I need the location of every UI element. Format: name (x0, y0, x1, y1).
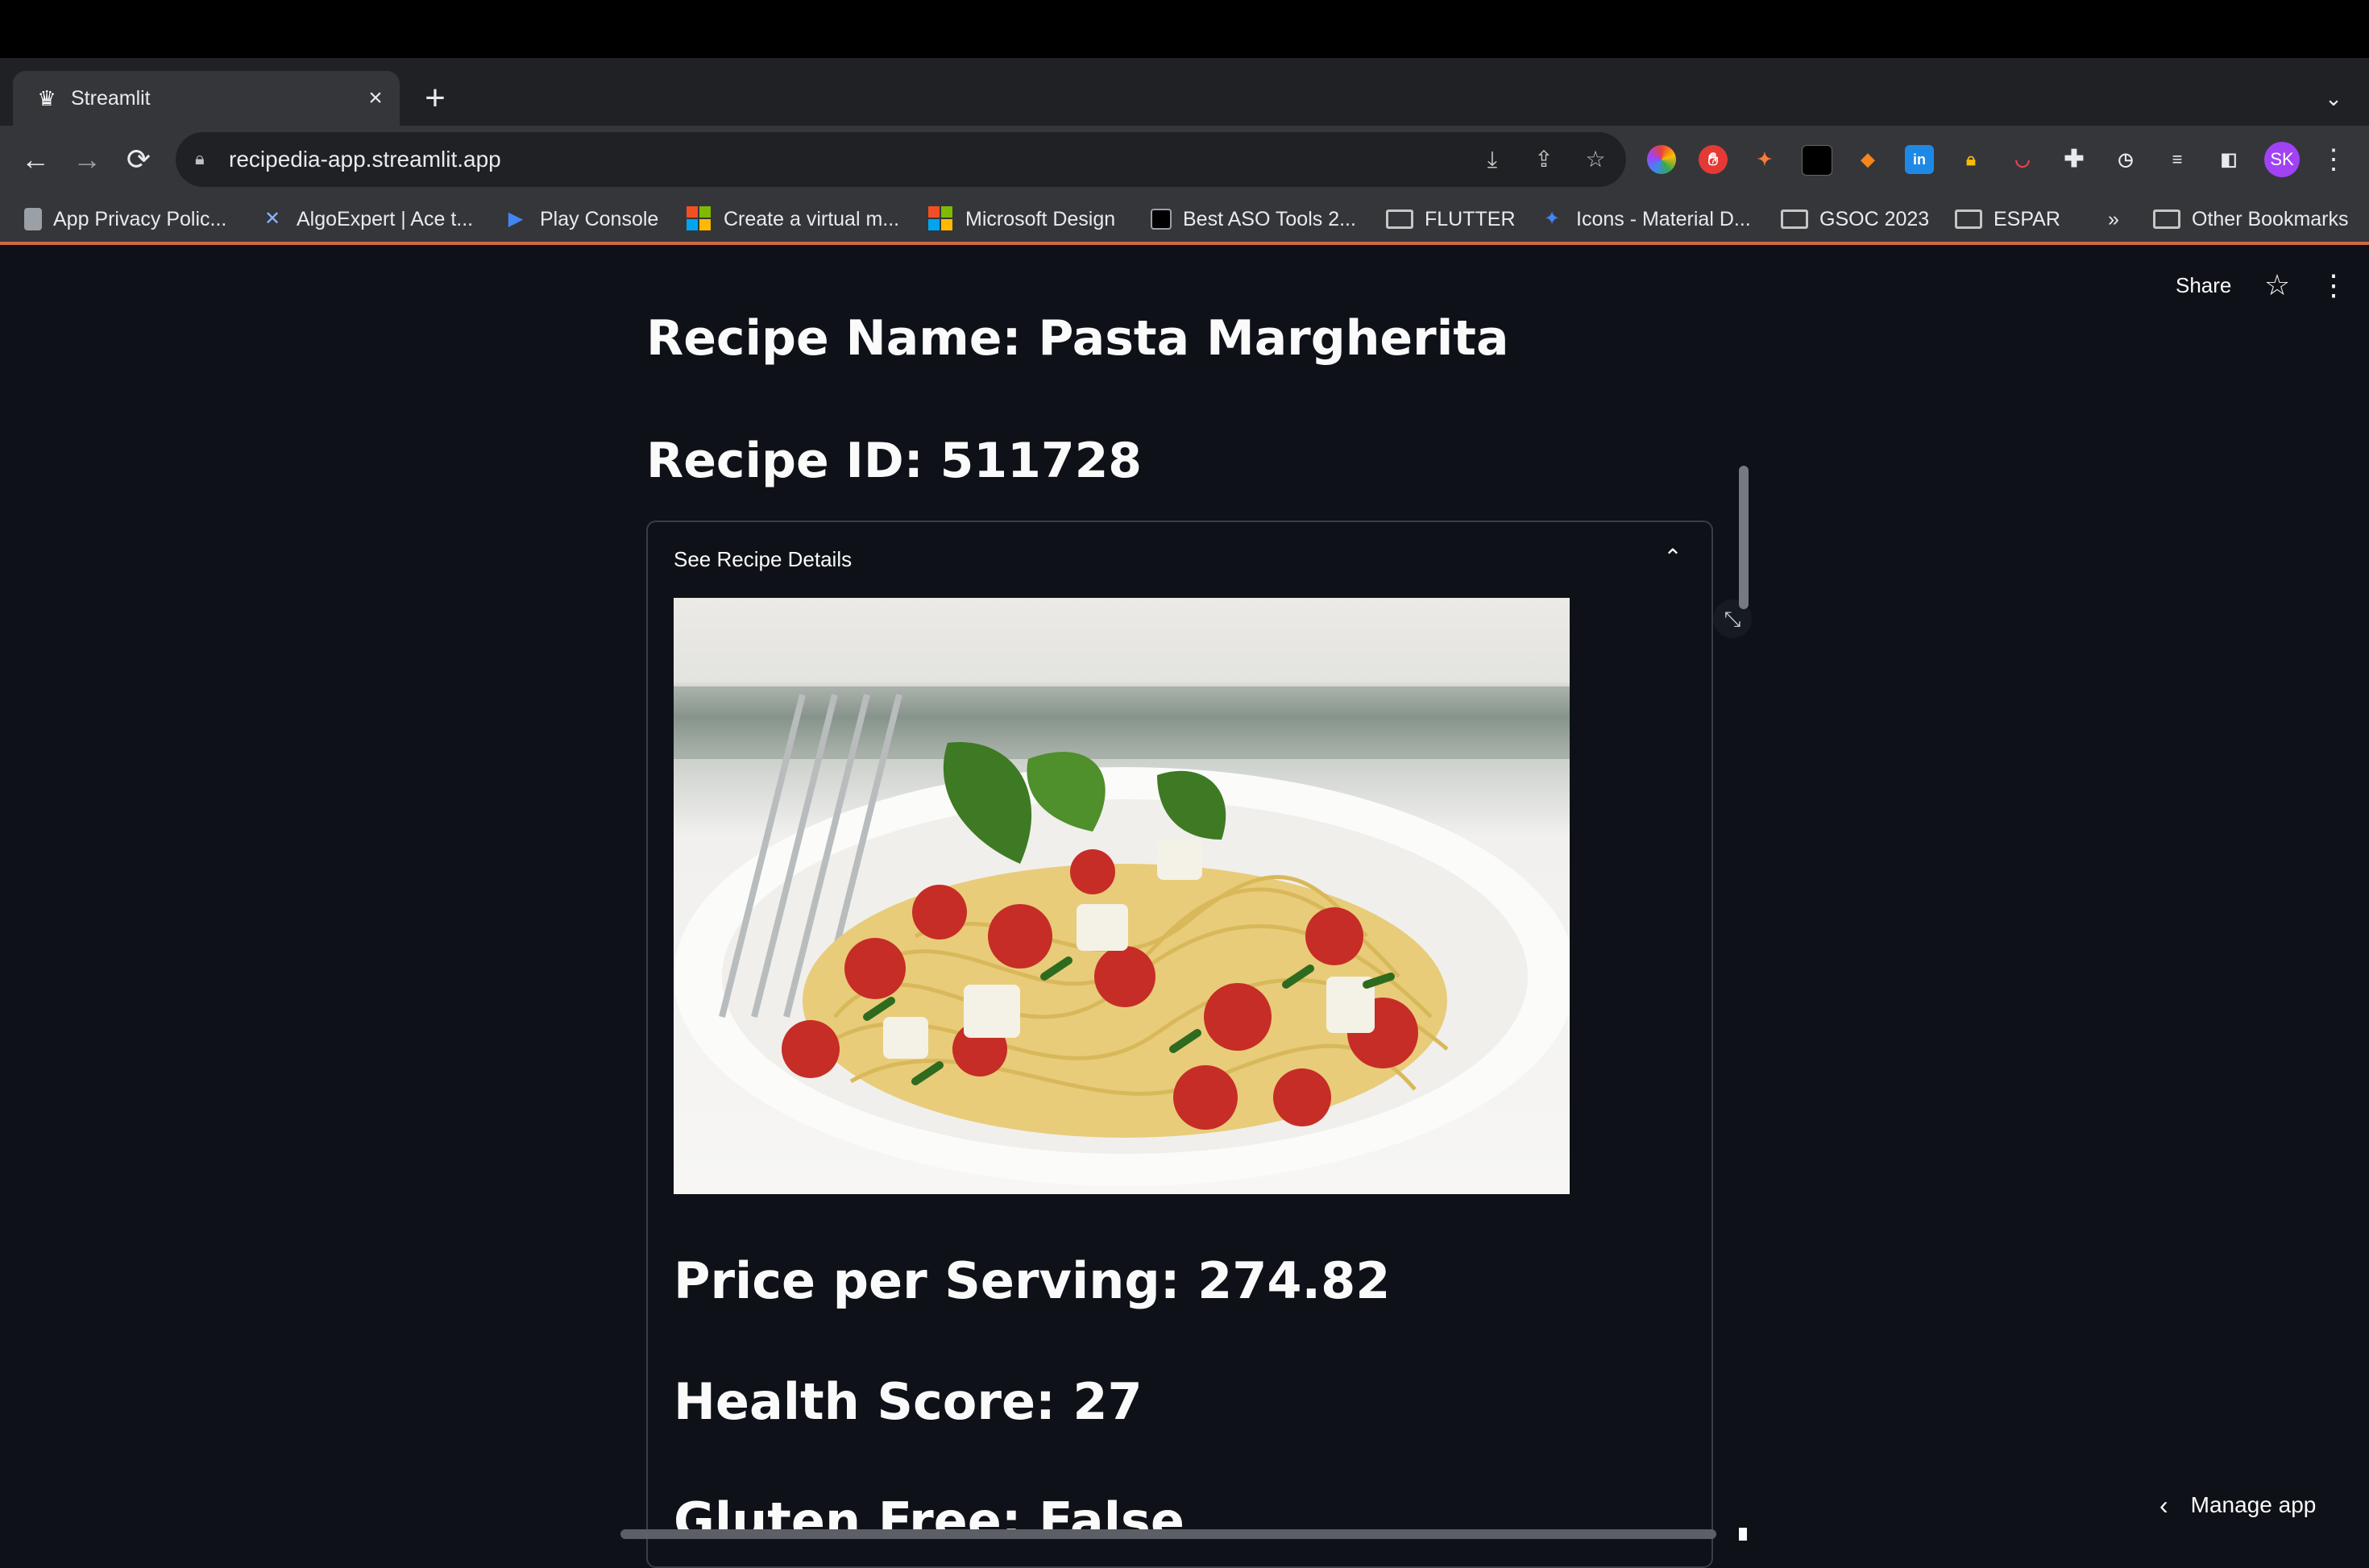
performance-icon[interactable]: ◷ (2111, 145, 2140, 174)
recipe-name-heading: Recipe Name: Pasta Margherita (646, 310, 1509, 367)
chevron-down-icon[interactable]: ⌄ (2317, 81, 2350, 116)
bookmark-microsoft-design[interactable]: Microsoft Design (928, 205, 1115, 234)
screen-top-bar (0, 0, 2369, 58)
bookmark-other[interactable]: Other Bookmarks (2153, 205, 2349, 234)
forward-button[interactable]: → (69, 142, 105, 177)
pointer-extension-icon[interactable]: ✦ (1750, 145, 1779, 174)
pocket-icon[interactable]: ◡ (2008, 145, 2037, 174)
bookmark-label: App Privacy Polic... (53, 207, 227, 230)
bookmark-star-icon[interactable]: ☆ (1579, 143, 1612, 176)
install-icon[interactable]: ⤓ (1476, 143, 1508, 176)
play-console-icon: ▶ (508, 208, 524, 230)
folder-icon (1386, 209, 1413, 229)
folder-icon (1955, 209, 1982, 229)
recipe-image (674, 598, 1570, 1194)
side-panel-icon[interactable]: ◧ (2214, 145, 2243, 174)
bookmark-gsoc[interactable]: GSOC 2023 (1781, 205, 1929, 234)
folder-icon (1781, 209, 1808, 229)
media-controls-icon[interactable]: ≡ (2163, 145, 2192, 174)
chevron-left-icon: ‹ (2159, 1491, 2168, 1520)
url-text: recipedia-app.streamlit.app (229, 147, 501, 172)
bookmark-label: Other Bookmarks (2192, 207, 2349, 230)
bookmark-label: Microsoft Design (965, 207, 1116, 230)
share-button[interactable]: Share (2176, 271, 2231, 300)
vertical-scrollbar[interactable] (1739, 466, 1749, 609)
horizontal-scrollbar[interactable] (620, 1529, 1716, 1539)
bookmark-label: AlgoExpert | Ace t... (297, 207, 474, 230)
tab-title: Streamlit (71, 87, 151, 110)
bookmark-create-virtual[interactable]: Create a virtual m... (687, 205, 899, 234)
bookmark-espar[interactable]: ESPAR (1955, 205, 2060, 234)
bookmark-best-aso[interactable]: Best ASO Tools 2... (1151, 205, 1356, 234)
new-tab-button[interactable]: + (417, 81, 453, 116)
bookmark-play-console[interactable]: ▶ Play Console (503, 205, 659, 234)
gluten-free-heading: Gluten Free: False (674, 1491, 1184, 1550)
bookmark-label: GSOC 2023 (1819, 207, 1930, 230)
algoexpert-icon: ✕ (263, 208, 281, 230)
microsoft-icon (928, 206, 954, 232)
close-icon[interactable]: × (361, 84, 390, 113)
bookmark-label: Best ASO Tools 2... (1183, 207, 1356, 230)
puzzle-icon[interactable]: ✚ (2060, 145, 2089, 174)
profile-avatar[interactable]: SK (2264, 142, 2300, 177)
document-icon (24, 208, 42, 230)
recipe-id-heading: Recipe ID: 511728 (646, 433, 1143, 489)
health-score-heading: Health Score: 27 (674, 1372, 1143, 1431)
terminal-extension-icon[interactable] (1802, 145, 1832, 176)
bookmark-label: Icons - Material D... (1576, 207, 1751, 230)
reload-button[interactable]: ⟳ (121, 142, 156, 177)
metamask-icon[interactable]: ◆ (1853, 145, 1882, 174)
bookmark-algoexpert[interactable]: ✕ AlgoExpert | Ace t... (259, 205, 473, 234)
hand-extension-icon[interactable]: ✋︎ (1699, 145, 1728, 174)
bookmark-app-privacy[interactable]: App Privacy Polic... (24, 205, 226, 234)
manage-app-button[interactable]: ‹ Manage app (2159, 1491, 2316, 1520)
price-heading: Price per Serving: 274.82 (674, 1251, 1391, 1310)
crown-icon: ♛ (37, 86, 56, 110)
linkedin-extension-icon[interactable]: in (1905, 145, 1934, 174)
bookmark-label: » (2108, 207, 2119, 230)
lock-icon: 🔒︎ (195, 148, 205, 168)
share-page-icon[interactable]: ⇪ (1528, 143, 1560, 176)
bookmarks-overflow[interactable]: » (2108, 205, 2119, 234)
microsoft-icon (687, 206, 712, 232)
color-extension-icon[interactable] (1647, 145, 1676, 174)
folder-icon (2153, 209, 2180, 229)
chevron-up-icon[interactable]: ⌃ (1655, 540, 1691, 575)
expander-header[interactable]: See Recipe Details (674, 545, 852, 574)
bookmark-label: Play Console (540, 207, 659, 230)
bookmark-icons-material[interactable]: ✦ Icons - Material D... (1539, 205, 1751, 234)
app-menu-icon[interactable]: ⋮ (2319, 268, 2348, 303)
browser-menu-icon[interactable]: ⋮ (2317, 142, 2350, 177)
tab-streamlit[interactable]: ♛ Streamlit × (13, 71, 400, 126)
bookmark-label: Create a virtual m... (724, 207, 900, 230)
address-bar[interactable]: 🔒︎ recipedia-app.streamlit.app ⤓ ⇪ ☆ (176, 132, 1626, 187)
star-icon[interactable]: ☆ (2259, 268, 2295, 303)
manage-app-label: Manage app (2190, 1492, 2317, 1517)
bookmark-flutter[interactable]: FLUTTER (1386, 205, 1516, 234)
scroll-marker (1739, 1528, 1747, 1541)
bookmark-label: ESPAR (1994, 207, 2060, 230)
material-icon: ✦ (1543, 208, 1561, 230)
aso-icon (1151, 209, 1172, 230)
bookmark-label: FLUTTER (1425, 207, 1516, 230)
back-button[interactable]: ← (18, 142, 53, 177)
padlock-extension-icon[interactable]: 🔒︎ (1956, 145, 1985, 174)
